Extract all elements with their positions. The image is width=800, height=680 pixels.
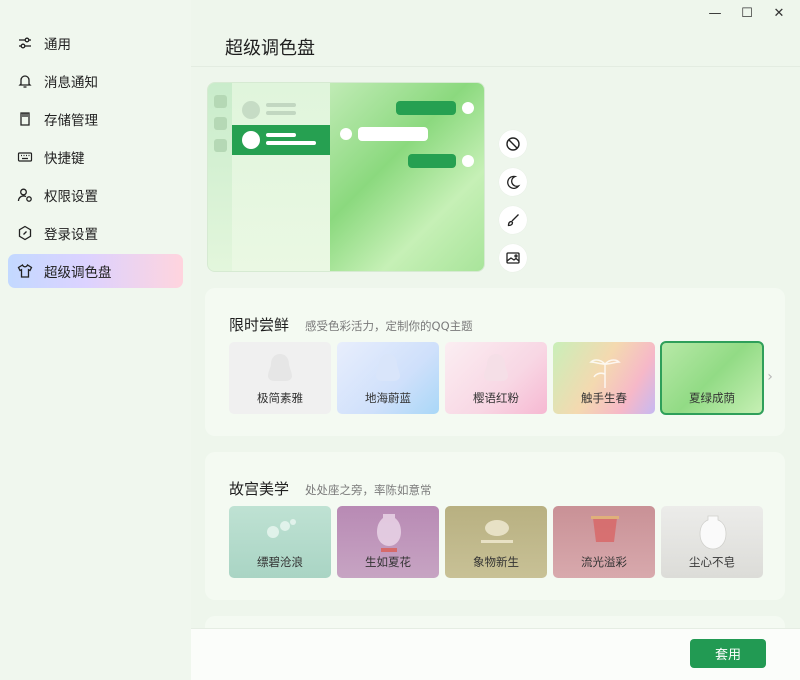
window-controls: — ☐ ✕: [702, 4, 792, 22]
section-title: 限时尝鲜: [229, 316, 290, 334]
section-more: [205, 616, 785, 628]
preview-rail-dot: [214, 117, 227, 130]
section-header: 故宫美学 处处座之旁，率陈如意常: [229, 478, 432, 499]
sliders-icon: [16, 34, 34, 52]
vase-icon: [377, 514, 401, 552]
sidebar-item-storage[interactable]: 存储管理: [8, 102, 183, 136]
section-subtitle: 处处座之旁，率陈如意常: [305, 483, 432, 497]
preview-avatar-dot: [462, 102, 474, 114]
white-vase-icon: [699, 515, 727, 550]
theme-card-label: 尘心不皂: [689, 555, 735, 569]
page-title: 超级调色盘: [225, 38, 315, 59]
sidebar-item-label: 快捷键: [44, 151, 85, 167]
maximize-button[interactable]: ☐: [734, 4, 760, 22]
disable-icon[interactable]: [499, 130, 527, 158]
hexagon-icon: [16, 224, 34, 242]
theme-card-summer-flower[interactable]: 生如夏花: [337, 506, 439, 578]
penguin-icon: [484, 354, 508, 381]
preview-chat-area: [330, 83, 484, 271]
theme-card-blue[interactable]: 地海蔚蓝: [337, 342, 439, 414]
theme-card-label: 象物新生: [473, 555, 519, 569]
user-permission-icon: [16, 186, 34, 204]
preview-bubble: [396, 101, 456, 115]
section-title: 故宫美学: [229, 480, 290, 498]
theme-card-jade[interactable]: 缥碧沧浪: [229, 506, 331, 578]
preview-tools: [499, 130, 527, 282]
theme-card-label: 地海蔚蓝: [365, 391, 411, 405]
sidebar-item-general[interactable]: 通用: [8, 26, 183, 60]
moon-icon[interactable]: [499, 168, 527, 196]
section-limited-trial: 限时尝鲜 感受色彩活力，定制你的QQ主题 极简素雅 地海蔚蓝 樱语红粉 触手生春…: [205, 288, 785, 436]
preview-avatar-dot: [462, 155, 474, 167]
theme-card-new-life[interactable]: 象物新生: [445, 506, 547, 578]
bottom-bar: 套用: [191, 628, 800, 680]
chevron-right-icon[interactable]: ›: [763, 369, 777, 385]
preview-rail-dot: [214, 139, 227, 152]
theme-card-minimal[interactable]: 极简素雅: [229, 342, 331, 414]
preview-contact-row: [232, 95, 330, 125]
sidebar-item-notifications[interactable]: 消息通知: [8, 64, 183, 98]
sidebar: 通用 消息通知 存储管理 快捷键 权限设置 登录设置 超级调色盘: [0, 0, 191, 680]
sidebar-item-label: 登录设置: [44, 227, 98, 243]
apply-button[interactable]: 套用: [690, 639, 766, 668]
sidebar-item-login[interactable]: 登录设置: [8, 216, 183, 250]
theme-card-list: 缥碧沧浪 生如夏花 象物新生 流光溢彩 尘心不皂: [229, 506, 763, 578]
preview-contact-list: [232, 83, 330, 271]
preview-bubble: [408, 154, 456, 168]
theme-card-label: 樱语红粉: [473, 391, 519, 405]
penguin-icon: [376, 354, 400, 381]
theme-card-pink[interactable]: 樱语红粉: [445, 342, 547, 414]
theme-card-label: 生如夏花: [365, 555, 411, 569]
theme-card-label: 夏绿成荫: [689, 391, 735, 405]
theme-card-list: 极简素雅 地海蔚蓝 樱语红粉 触手生春 夏绿成荫: [229, 341, 764, 415]
theme-card-pure-heart[interactable]: 尘心不皂: [661, 506, 763, 578]
brush-icon[interactable]: [499, 206, 527, 234]
sidebar-item-label: 超级调色盘: [44, 265, 112, 281]
divider: [191, 66, 800, 67]
theme-card-label: 缥碧沧浪: [257, 555, 303, 569]
theme-card-label: 流光溢彩: [581, 555, 627, 569]
flower-icon: [589, 359, 621, 388]
keyboard-icon: [16, 148, 34, 166]
sidebar-item-palette[interactable]: 超级调色盘: [8, 254, 183, 288]
theme-card-summer-green[interactable]: 夏绿成荫: [660, 341, 764, 415]
sidebar-item-permissions[interactable]: 权限设置: [8, 178, 183, 212]
preview-rail-dot: [214, 95, 227, 108]
preview-rail: [208, 83, 232, 271]
close-button[interactable]: ✕: [766, 4, 792, 22]
theme-card-label: 极简素雅: [257, 391, 303, 405]
sidebar-item-label: 权限设置: [44, 189, 98, 205]
storage-icon: [16, 110, 34, 128]
main-panel: 超级调色盘 限时尝鲜 感受色彩活力，定制你的QQ主题 极简素雅 地海蔚蓝 樱语红…: [191, 0, 800, 680]
preview-contact-row-selected: [232, 125, 330, 155]
shirt-icon: [16, 262, 34, 280]
section-palace-aesthetics: 故宫美学 处处座之旁，率陈如意常 缥碧沧浪 生如夏花 象物新生 流光溢彩 尘心不…: [205, 452, 785, 600]
hairpin-icon: [481, 520, 513, 543]
section-header: 限时尝鲜 感受色彩活力，定制你的QQ主题: [229, 314, 473, 335]
preview-bubble: [358, 127, 428, 141]
section-subtitle: 感受色彩活力，定制你的QQ主题: [305, 319, 473, 333]
theme-preview: [207, 82, 485, 272]
bell-icon: [16, 72, 34, 90]
image-icon[interactable]: [499, 244, 527, 272]
sidebar-item-label: 通用: [44, 37, 71, 53]
sidebar-item-label: 消息通知: [44, 75, 98, 91]
penguin-icon: [268, 354, 292, 381]
theme-card-label: 触手生春: [581, 391, 627, 405]
jade-ornament-icon: [267, 519, 296, 538]
sidebar-item-shortcuts[interactable]: 快捷键: [8, 140, 183, 174]
cup-icon: [591, 516, 619, 542]
theme-card-spring[interactable]: 触手生春: [553, 342, 655, 414]
theme-card-radiance[interactable]: 流光溢彩: [553, 506, 655, 578]
preview-avatar-dot: [340, 128, 352, 140]
sidebar-item-label: 存储管理: [44, 113, 98, 129]
minimize-button[interactable]: —: [702, 4, 728, 22]
